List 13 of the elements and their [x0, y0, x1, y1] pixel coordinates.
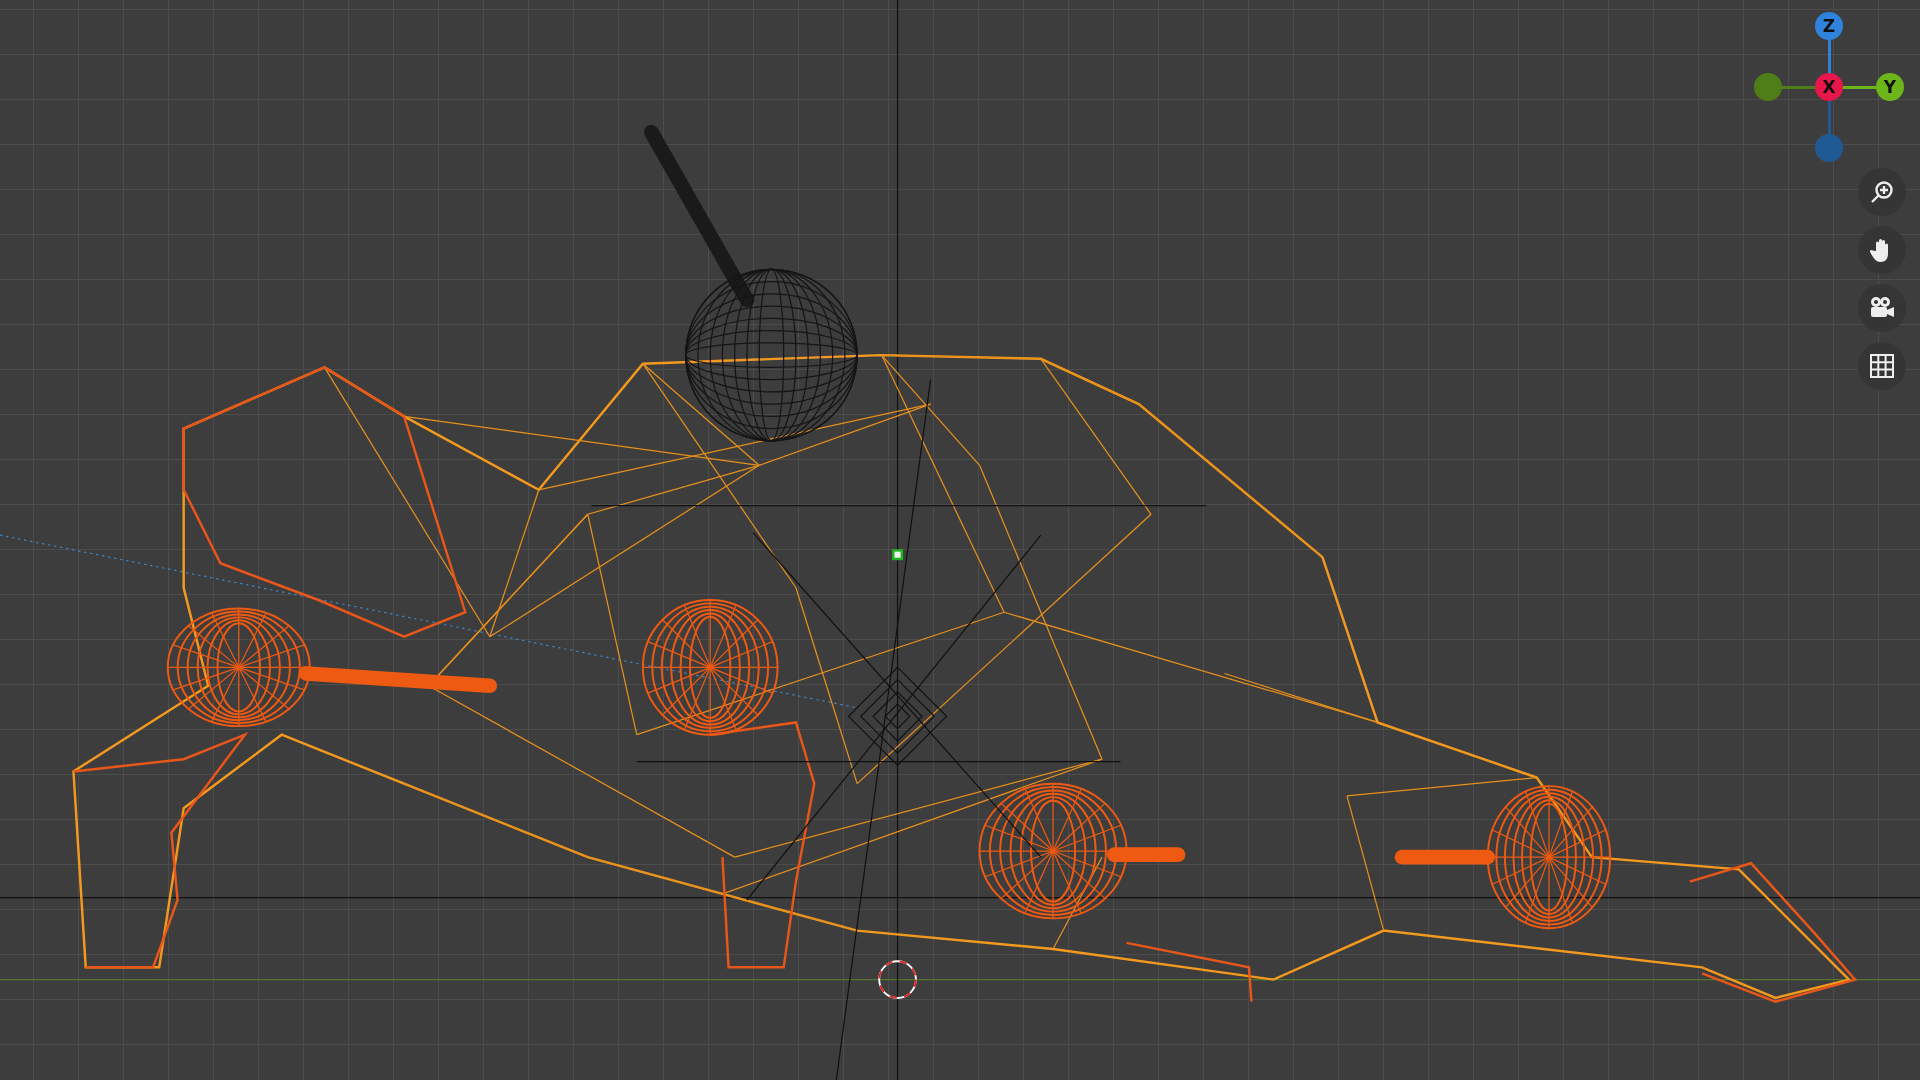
camera-button[interactable] [1858, 284, 1906, 332]
pan-button[interactable] [1858, 226, 1906, 274]
axis-handle[interactable] [1815, 134, 1843, 162]
axis-handle[interactable]: Z [1815, 12, 1843, 40]
grid-icon [1869, 353, 1895, 379]
axis-handle[interactable]: X [1815, 73, 1843, 101]
grid-button[interactable] [1858, 342, 1906, 390]
axis-handle[interactable] [1754, 73, 1782, 101]
axis-handle[interactable]: Y [1876, 73, 1904, 101]
zoom-icon [1869, 179, 1895, 205]
3d-cursor-icon [878, 960, 917, 999]
origin-point-icon [892, 549, 904, 561]
zoom-button[interactable] [1858, 168, 1906, 216]
